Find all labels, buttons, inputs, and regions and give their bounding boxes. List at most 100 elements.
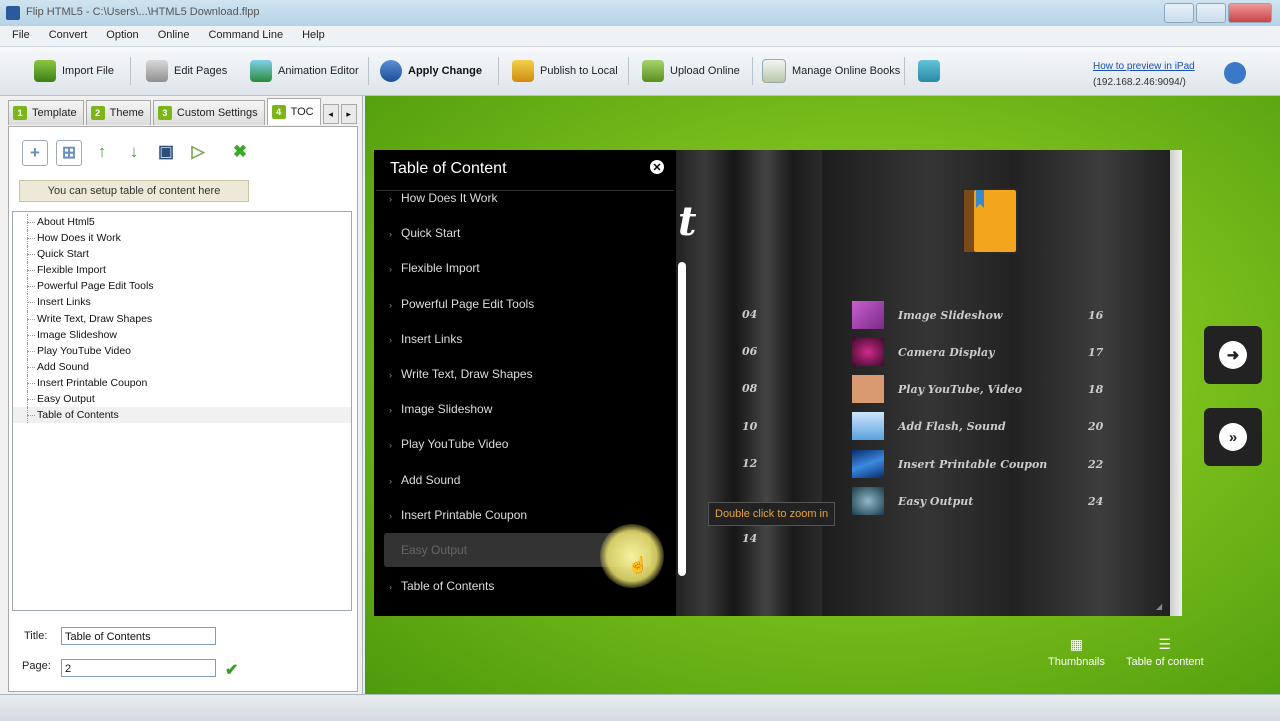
tree-item[interactable]: Easy Output [13, 391, 351, 408]
toc-overlay-title: Table of Content [390, 160, 507, 177]
import-file-label: Import File [62, 65, 114, 77]
menu-convert[interactable]: Convert [37, 26, 95, 46]
toc-hint: You can setup table of content here [19, 180, 249, 202]
toc-item-label: Image Slideshow [401, 402, 493, 416]
toc-scrollbar[interactable] [678, 262, 686, 576]
app-icon [6, 6, 20, 20]
maximize-button[interactable] [1196, 3, 1226, 23]
hand-cursor-icon: ☝ [628, 557, 648, 574]
title-input[interactable]: Table of Contents [61, 627, 216, 645]
entry-label: Insert Printable Coupon [898, 457, 1048, 471]
table-of-content-label: Table of content [1126, 656, 1204, 668]
tab-toc[interactable]: 4 TOC [266, 98, 321, 125]
toc-overlay-item[interactable]: › Flexible Import [389, 258, 669, 278]
page-number: 10 [742, 420, 758, 433]
toc-overlay-item[interactable]: › How Does It Work [389, 188, 669, 208]
page-number: 06 [742, 345, 758, 358]
book-page-edge [1170, 150, 1182, 616]
publish-local-label: Publish to Local [540, 65, 618, 77]
toc-entry[interactable]: Add Flash, Sound 20 [852, 411, 1103, 441]
toc-entry[interactable]: Camera Display 17 [852, 337, 1103, 367]
tab-label: Template [32, 107, 77, 119]
toc-item-label: Easy Output [401, 543, 468, 557]
toc-entry[interactable]: Image Slideshow 16 [852, 300, 1103, 330]
page-number: 04 [742, 308, 758, 321]
tab-scroll-left-button[interactable]: ◂ [322, 104, 339, 124]
entry-page: 20 [1088, 419, 1104, 433]
toc-overlay-item[interactable]: › Write Text, Draw Shapes [389, 364, 669, 384]
import-file-button[interactable]: Import File [34, 57, 114, 85]
next-page-button[interactable]: ➜ [1204, 326, 1262, 384]
tree-item[interactable]: Play YouTube Video [13, 342, 351, 359]
thumbnails-button[interactable]: ▦ Thumbnails [1048, 636, 1105, 668]
tree-item[interactable]: How Does it Work [13, 230, 351, 247]
tab-theme[interactable]: 2 Theme [85, 100, 151, 125]
preview-icon[interactable]: ▷ [186, 140, 210, 164]
minimize-button[interactable] [1164, 3, 1194, 23]
tree-item[interactable]: Insert Printable Coupon [13, 374, 351, 392]
delete-icon[interactable]: ✖ [228, 140, 252, 164]
animation-editor-button[interactable]: Animation Editor [250, 57, 359, 85]
page-field-label: Page: [22, 660, 51, 672]
toc-overlay-item[interactable]: › Play YouTube Video [389, 434, 669, 454]
tab-number: 1 [13, 106, 27, 120]
page-input[interactable]: 2 [61, 659, 216, 677]
tab-custom-settings[interactable]: 3 Custom Settings [152, 100, 265, 125]
toc-overlay-item[interactable]: › Insert Links [389, 329, 669, 349]
tree-item[interactable]: Quick Start [13, 246, 351, 263]
entry-thumbnail [852, 301, 884, 329]
toc-entry[interactable]: Insert Printable Coupon 22 [852, 449, 1103, 479]
confirm-check-icon[interactable]: ✔ [225, 660, 238, 680]
tree-item[interactable]: Flexible Import [13, 262, 351, 279]
toc-toolbar: + ⊞ ↑ ↓ ▣ ▷ ✖ [22, 140, 252, 166]
apply-change-button[interactable]: Apply Change [380, 57, 482, 85]
toc-overlay-item[interactable]: › Insert Printable Coupon [389, 505, 669, 525]
last-page-button[interactable]: » [1204, 408, 1262, 466]
publish-local-button[interactable]: Publish to Local [512, 57, 618, 85]
toolbar: Import File Edit Pages Animation Editor … [0, 47, 1280, 96]
close-window-button[interactable] [1228, 3, 1272, 23]
toc-overlay-item[interactable]: › Add Sound [389, 470, 669, 490]
tab-template[interactable]: 1 Template [8, 100, 84, 125]
menu-file[interactable]: File [0, 26, 37, 46]
toc-entry[interactable]: Easy Output 24 [852, 486, 1103, 516]
entry-thumbnail [852, 412, 884, 440]
save-icon[interactable]: ▣ [154, 140, 178, 164]
fast-forward-icon: » [1219, 423, 1247, 451]
close-icon[interactable]: ✕ [650, 160, 664, 174]
manage-online-books-button[interactable]: Manage Online Books [762, 57, 900, 85]
menu-command-line[interactable]: Command Line [196, 26, 290, 46]
toc-item-label: Quick Start [401, 226, 461, 240]
page-corner-icon[interactable]: ◢ [1156, 602, 1162, 611]
tree-item[interactable]: Image Slideshow [13, 326, 351, 343]
cart-button[interactable] [918, 57, 940, 85]
add-item-icon[interactable]: + [22, 140, 48, 166]
menu-online[interactable]: Online [146, 26, 197, 46]
menu-help[interactable]: Help [290, 26, 332, 46]
tab-scroll-right-button[interactable]: ▸ [340, 104, 357, 124]
edit-pages-button[interactable]: Edit Pages [146, 57, 227, 85]
preview-ipad-link[interactable]: How to preview in iPad [1093, 61, 1195, 72]
add-subitem-icon[interactable]: ⊞ [56, 140, 82, 166]
toc-item-label: Insert Printable Coupon [401, 508, 528, 522]
tree-item[interactable]: Write Text, Draw Shapes [13, 310, 351, 327]
toc-entry[interactable]: Play YouTube, Video 18 [852, 374, 1103, 404]
menu-option[interactable]: Option [94, 26, 145, 46]
move-up-icon[interactable]: ↑ [90, 140, 114, 164]
tree-item[interactable]: Add Sound [13, 358, 351, 376]
tree-item[interactable]: Insert Links [13, 294, 351, 311]
table-of-content-button[interactable]: ☰ Table of content [1126, 636, 1204, 668]
toolbar-separator [628, 57, 629, 85]
tree-item[interactable]: Table of Contents [13, 407, 351, 424]
entry-label: Image Slideshow [898, 308, 1003, 322]
toc-overlay-item[interactable]: › Powerful Page Edit Tools [389, 294, 669, 314]
tree-item[interactable]: About Html5 [13, 214, 351, 231]
tree-item[interactable]: Powerful Page Edit Tools [13, 278, 351, 295]
entry-label: Camera Display [898, 345, 995, 359]
page-number: 14 [742, 532, 758, 545]
toc-overlay-item[interactable]: › Image Slideshow [389, 399, 669, 419]
user-account-icon[interactable] [1224, 62, 1246, 84]
toc-overlay-item[interactable]: › Quick Start [389, 223, 669, 243]
move-down-icon[interactable]: ↓ [122, 140, 146, 164]
upload-online-button[interactable]: Upload Online [642, 57, 740, 85]
